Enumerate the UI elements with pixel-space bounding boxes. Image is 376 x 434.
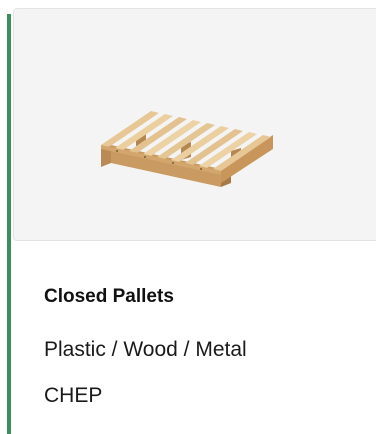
product-title[interactable]: Closed Pallets bbox=[44, 286, 174, 308]
wooden-pallet-icon bbox=[101, 111, 273, 187]
product-image-box[interactable] bbox=[13, 8, 376, 241]
product-card[interactable]: Closed Pallets Plastic / Wood / Metal CH… bbox=[0, 0, 376, 434]
card-accent-bar bbox=[7, 14, 11, 434]
product-materials: Plastic / Wood / Metal bbox=[44, 338, 247, 361]
product-brand: CHEP bbox=[44, 384, 103, 407]
